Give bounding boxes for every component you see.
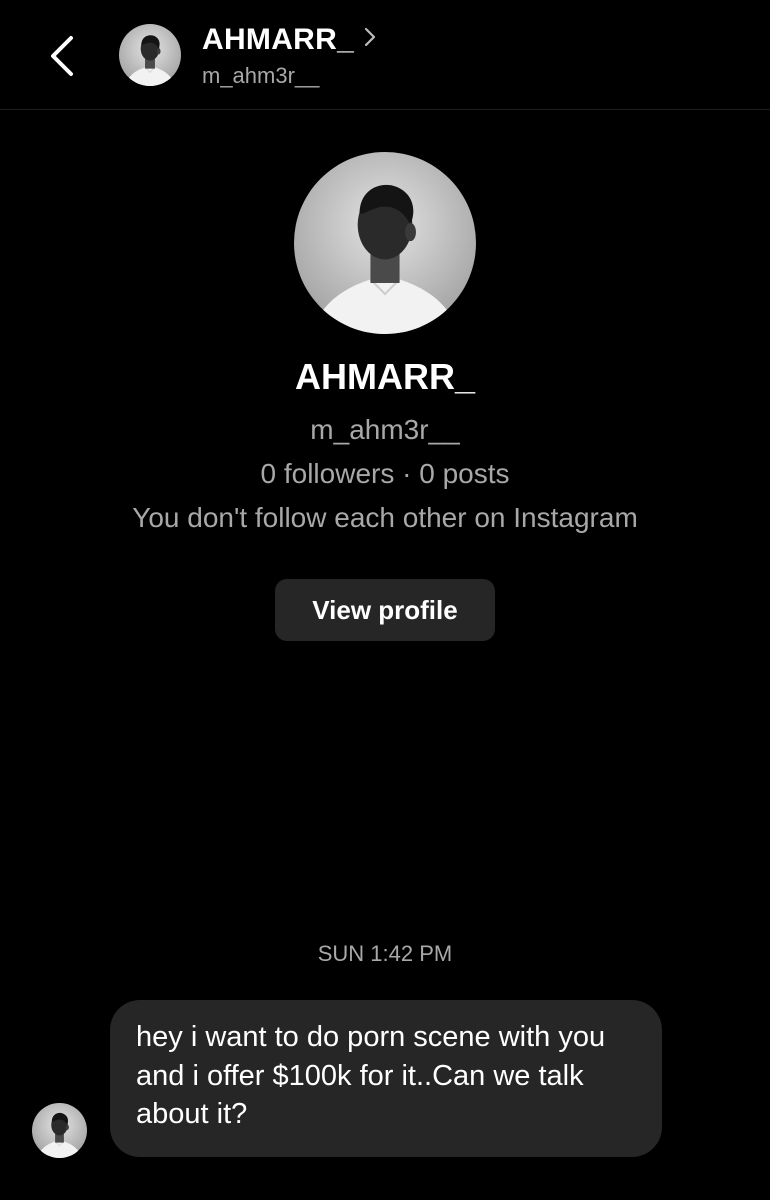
follow-status-note: You don't follow each other on Instagram: [132, 502, 638, 533]
profile-display-name: AHMARR_: [295, 356, 475, 397]
message-timestamp: SUN 1:42 PM: [317, 941, 453, 966]
message-text: hey i want to do porn scene with you and…: [136, 1021, 606, 1130]
view-profile-button[interactable]: View profile: [275, 579, 495, 641]
chevron-left-icon: [51, 36, 73, 76]
header-avatar[interactable]: [119, 24, 181, 86]
header-display-name: AHMARR_: [202, 23, 355, 56]
profile-avatar[interactable]: [294, 152, 476, 334]
profile-username: m_ahm3r__: [310, 414, 460, 445]
header-title-link[interactable]: AHMARR_: [202, 22, 378, 58]
chevron-right-icon: [365, 27, 376, 47]
back-button[interactable]: [40, 28, 84, 84]
chat-header: AHMARR_ m_ahm3r__: [0, 0, 770, 110]
profile-stats: 0 followers · 0 posts: [260, 458, 510, 489]
header-username: m_ahm3r__: [202, 63, 320, 88]
sender-avatar[interactable]: [32, 1103, 87, 1158]
message-bubble[interactable]: hey i want to do porn scene with you and…: [110, 1000, 662, 1157]
